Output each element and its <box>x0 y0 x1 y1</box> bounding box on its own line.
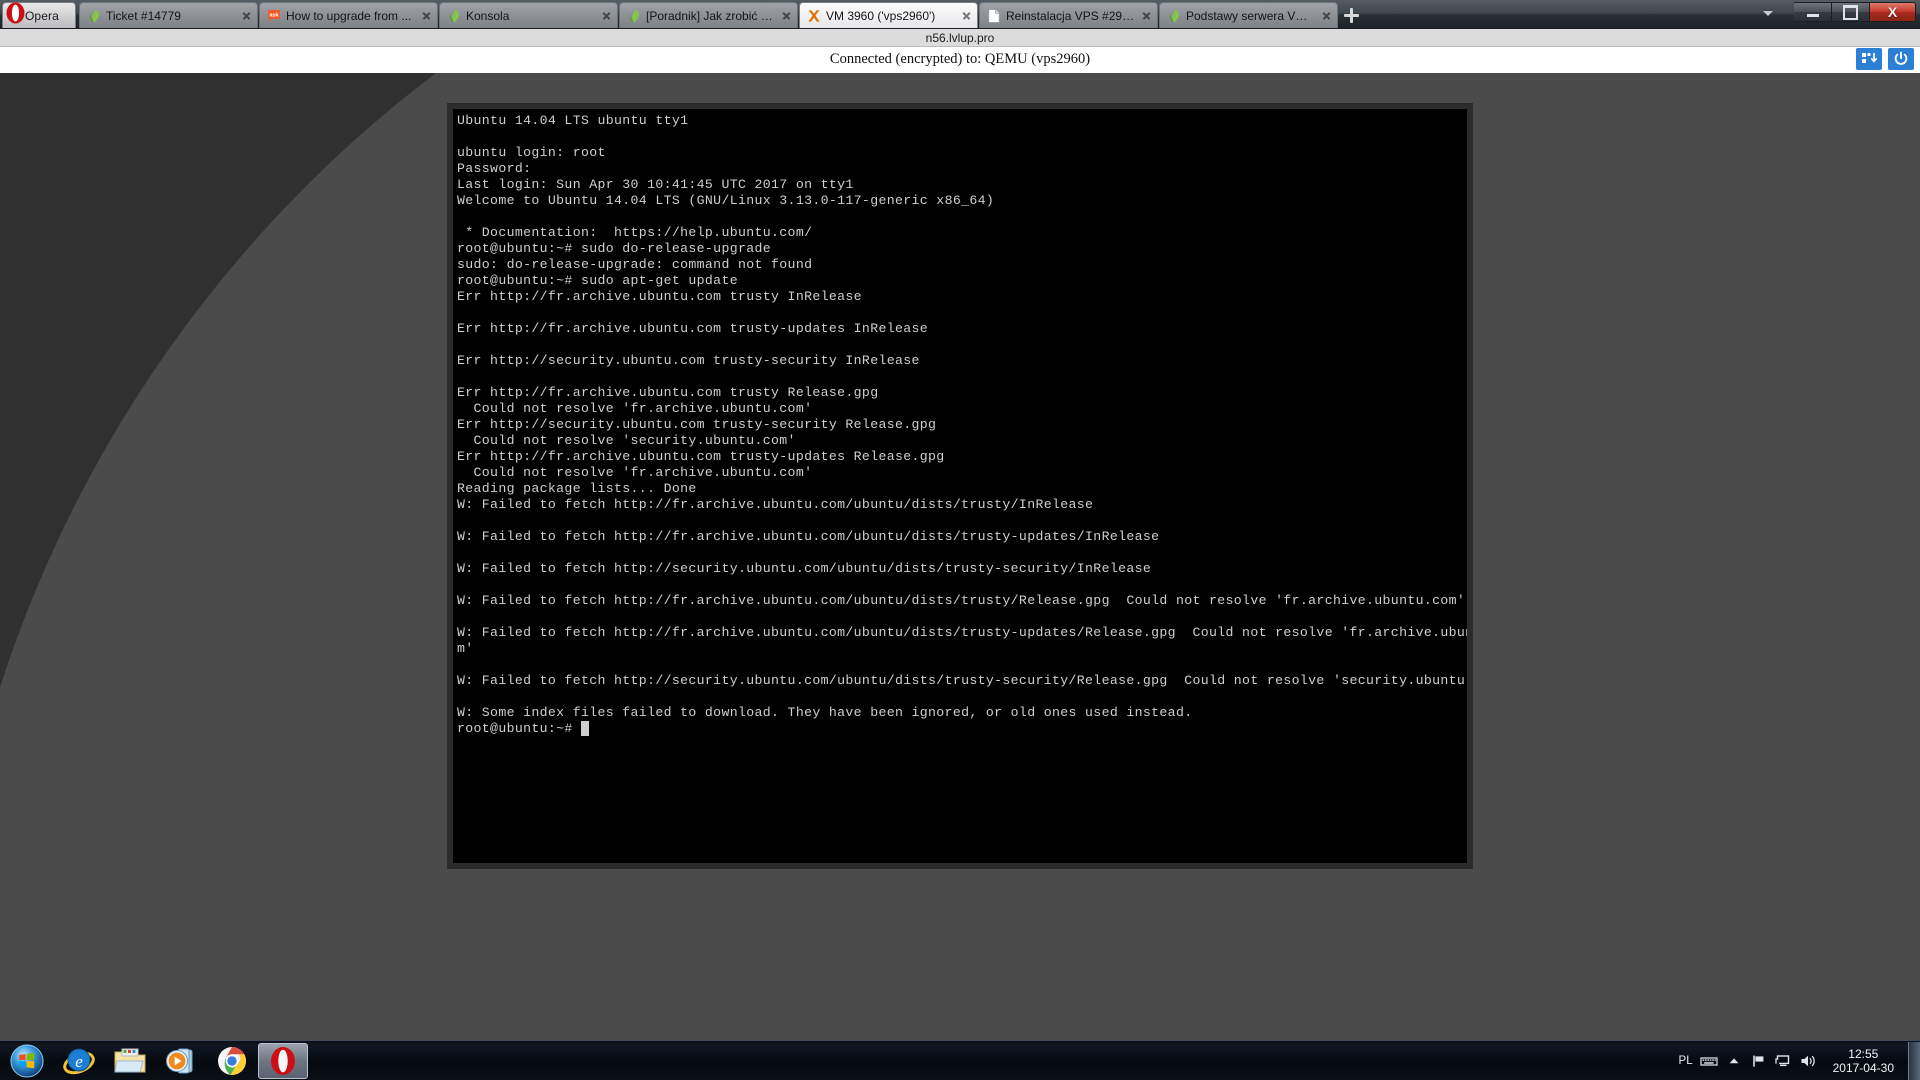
page-viewport: n56.lvlup.pro Connected (encrypted) to: … <box>0 29 1920 1080</box>
address-bar[interactable]: n56.lvlup.pro <box>0 29 1920 47</box>
window-controls: X <box>1754 1 1916 23</box>
network-icon[interactable] <box>1775 1052 1793 1070</box>
tab-close-icon[interactable] <box>780 9 793 22</box>
internet-explorer-icon[interactable]: e <box>54 1043 104 1079</box>
system-tray: PL <box>1679 1047 1906 1075</box>
vnc-connection-status: Connected (encrypted) to: QEMU (vps2960) <box>830 51 1090 68</box>
keyboard-layout-icon[interactable] <box>1700 1052 1718 1070</box>
tab-close-icon[interactable] <box>420 9 433 22</box>
askubuntu-icon: ask <box>267 9 281 23</box>
svg-text:ask: ask <box>270 12 279 18</box>
start-button[interactable] <box>0 1042 54 1080</box>
ubuntu-leaf-icon <box>1167 9 1181 23</box>
tab-list-dropdown-icon[interactable] <box>1754 1 1780 23</box>
tab-label: VM 3960 ('vps2960') <box>826 9 955 23</box>
browser-tab[interactable]: Podstawy serwera VPS ... <box>1159 2 1338 28</box>
show-hidden-icons-icon[interactable] <box>1725 1052 1743 1070</box>
vnc-header: Connected (encrypted) to: QEMU (vps2960) <box>0 47 1920 72</box>
tray-language-indicator[interactable]: PL <box>1679 1055 1693 1067</box>
terminal-output: Ubuntu 14.04 LTS ubuntu tty1 ubuntu logi… <box>453 113 1467 737</box>
browser-tab[interactable]: ask How to upgrade from ... <box>259 2 438 28</box>
tab-close-icon[interactable] <box>1140 9 1153 22</box>
tab-label: How to upgrade from ... <box>286 9 415 23</box>
tab-label: Ticket #14779 <box>106 9 235 23</box>
browser-tab[interactable]: Konsola <box>439 2 618 28</box>
minimize-button[interactable] <box>1794 2 1832 22</box>
power-icon[interactable] <box>1888 48 1914 70</box>
ubuntu-leaf-icon <box>447 9 461 23</box>
windows-explorer-icon[interactable] <box>105 1043 155 1079</box>
vnc-page-body: Ubuntu 14.04 LTS ubuntu tty1 ubuntu logi… <box>0 73 1920 1080</box>
address-bar-url: n56.lvlup.pro <box>926 31 995 45</box>
vnc-canvas[interactable]: Ubuntu 14.04 LTS ubuntu tty1 ubuntu logi… <box>447 103 1473 869</box>
proxmox-x-icon <box>807 9 821 23</box>
terminal-screen[interactable]: Ubuntu 14.04 LTS ubuntu tty1 ubuntu logi… <box>453 109 1467 863</box>
ubuntu-leaf-icon <box>87 9 101 23</box>
browser-tab-active[interactable]: VM 3960 ('vps2960') <box>799 2 978 28</box>
opera-logo-icon <box>5 1 25 25</box>
ubuntu-leaf-icon <box>627 9 641 23</box>
vnc-toolbar <box>1856 48 1914 70</box>
clock[interactable]: 12:55 2017-04-30 <box>1825 1047 1902 1075</box>
maximize-button[interactable] <box>1832 2 1870 22</box>
clock-time: 12:55 <box>1848 1047 1878 1061</box>
windows-media-player-icon[interactable] <box>156 1043 206 1079</box>
tab-close-icon[interactable] <box>600 9 613 22</box>
close-icon: X <box>1870 3 1915 21</box>
browser-tab[interactable]: [Poradnik] Jak zrobić w... <box>619 2 798 28</box>
tab-label: Reinstalacja VPS #2960 ... <box>1006 9 1135 23</box>
opera-menu-label: Opera <box>25 9 59 23</box>
volume-icon[interactable] <box>1800 1052 1818 1070</box>
action-center-flag-icon[interactable] <box>1750 1052 1768 1070</box>
title-bar: Opera Ticket #14779 ask How to upgrade fro… <box>0 0 1920 29</box>
page-icon <box>987 9 1001 23</box>
tab-label: Konsola <box>466 9 595 23</box>
clock-date: 2017-04-30 <box>1833 1061 1894 1075</box>
browser-tab[interactable]: Reinstalacja VPS #2960 ... <box>979 2 1158 28</box>
browser-window: Opera Ticket #14779 ask How to upgrade fro… <box>0 0 1920 1080</box>
maximize-icon <box>1832 3 1869 21</box>
tab-close-icon[interactable] <box>960 9 973 22</box>
tab-close-icon[interactable] <box>1320 9 1333 22</box>
send-key-icon[interactable] <box>1856 48 1882 70</box>
tab-label: Podstawy serwera VPS ... <box>1186 9 1315 23</box>
terminal-cursor <box>581 721 589 736</box>
opera-menu-button[interactable]: Opera <box>2 2 76 28</box>
new-tab-button[interactable] <box>1342 3 1368 27</box>
windows-taskbar: e <box>0 1040 1920 1080</box>
opera-browser-icon[interactable] <box>258 1043 308 1079</box>
google-chrome-icon[interactable] <box>207 1043 257 1079</box>
tab-strip: Ticket #14779 ask How to upgrade from ... K… <box>76 0 1920 29</box>
show-desktop-button[interactable] <box>1908 1042 1920 1080</box>
tab-label: [Poradnik] Jak zrobić w... <box>646 9 775 23</box>
browser-tab[interactable]: Ticket #14779 <box>79 2 258 28</box>
close-button[interactable]: X <box>1870 2 1916 22</box>
minimize-icon <box>1794 3 1831 21</box>
svg-text:e: e <box>75 1052 83 1071</box>
tab-close-icon[interactable] <box>240 9 253 22</box>
